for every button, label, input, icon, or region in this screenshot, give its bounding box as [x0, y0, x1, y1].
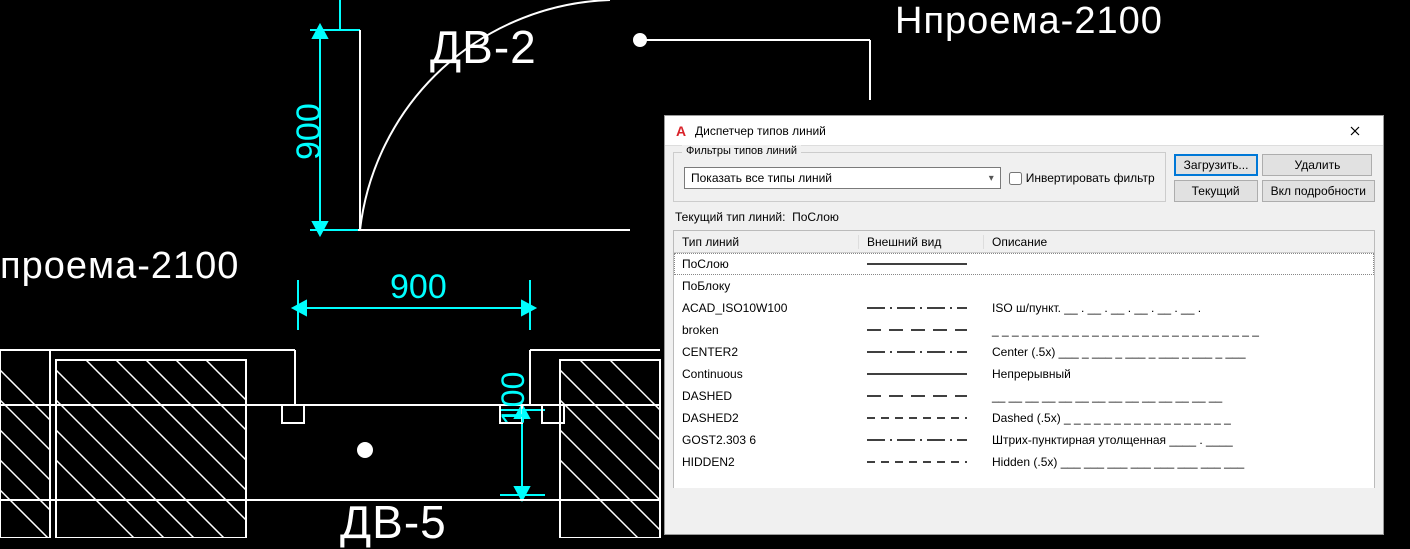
chevron-down-icon: ▾	[989, 173, 994, 184]
col-header-type[interactable]: Тип линий	[674, 235, 859, 249]
cell-preview	[859, 345, 984, 359]
filters-fieldset: Фильтры типов линий Показать все типы ли…	[673, 152, 1166, 202]
cad-label-dv2: ДВ-2	[430, 20, 537, 74]
filter-dropdown-value: Показать все типы линий	[691, 171, 832, 185]
cell-name: CENTER2	[674, 345, 859, 359]
cell-desc: Hidden (.5x) ___ ___ ___ ___ ___ ___ ___…	[984, 455, 1374, 469]
cell-desc: Штрих-пунктирная утолщенная ____ . ____	[984, 433, 1374, 447]
table-row[interactable]: DASHED __ __ __ __ __ __ __ __ __ __ __ _…	[674, 385, 1374, 407]
table-row[interactable]: CENTER2 Center (.5x) ___ _ ___ _ ___ _ __…	[674, 341, 1374, 363]
cell-desc: ISO ш/пункт. __ . __ . __ . __ . __ . __…	[984, 301, 1374, 315]
cell-preview	[859, 433, 984, 447]
autocad-logo-icon: A	[673, 123, 689, 139]
cell-preview	[859, 279, 984, 293]
cell-name: ПоСлою	[674, 257, 859, 271]
filters-label: Фильтры типов линий	[682, 145, 801, 157]
delete-button[interactable]: Удалить	[1262, 154, 1372, 176]
table-row[interactable]: Continuous Непрерывный	[674, 363, 1374, 385]
current-value: ПоСлою	[792, 210, 839, 224]
cell-desc: Непрерывный	[984, 367, 1374, 381]
close-button[interactable]	[1335, 117, 1375, 145]
invert-filter-label: Инвертировать фильтр	[1026, 171, 1155, 185]
table-row[interactable]: HIDDEN2 Hidden (.5x) ___ ___ ___ ___ ___ …	[674, 451, 1374, 473]
current-button[interactable]: Текущий	[1174, 180, 1258, 202]
current-prefix: Текущий тип линий:	[675, 210, 785, 224]
cell-name: DASHED	[674, 389, 859, 403]
dialog-titlebar[interactable]: A Диспетчер типов линий	[665, 116, 1383, 146]
dialog-title: Диспетчер типов линий	[695, 124, 1335, 138]
dim-900-horizontal: 900	[390, 268, 447, 307]
cell-desc: __ __ __ __ __ __ __ __ __ __ __ __ __ _…	[984, 389, 1374, 403]
cell-name: broken	[674, 323, 859, 337]
cell-preview	[859, 455, 984, 469]
cell-preview	[859, 257, 984, 271]
cell-preview	[859, 389, 984, 403]
cell-preview	[859, 323, 984, 337]
table-row[interactable]: ACAD_ISO10W100 ISO ш/пункт. __ . __ . __ …	[674, 297, 1374, 319]
cell-name: HIDDEN2	[674, 455, 859, 469]
details-button[interactable]: Вкл подробности	[1262, 180, 1375, 202]
col-header-appearance[interactable]: Внешний вид	[859, 235, 984, 249]
cad-label-hproema-right: Нпроема-2100	[895, 0, 1163, 43]
cell-desc: Dashed (.5x) _ _ _ _ _ _ _ _ _ _ _ _ _ _…	[984, 411, 1374, 425]
dim-100-vertical: 100	[495, 372, 532, 425]
col-header-desc[interactable]: Описание	[984, 235, 1374, 249]
cell-name: DASHED2	[674, 411, 859, 425]
linetype-table: Тип линий Внешний вид Описание ПоСлою ПоБ…	[673, 230, 1375, 488]
cell-name: ПоБлоку	[674, 279, 859, 293]
cell-desc: Center (.5x) ___ _ ___ _ ___ _ ___ _ ___…	[984, 345, 1374, 359]
cell-name: Continuous	[674, 367, 859, 381]
filter-dropdown[interactable]: Показать все типы линий ▾	[684, 167, 1001, 189]
cell-name: ACAD_ISO10W100	[674, 301, 859, 315]
cell-name: GOST2.303 6	[674, 433, 859, 447]
table-row[interactable]: ПоБлоку	[674, 275, 1374, 297]
table-row[interactable]: DASHED2 Dashed (.5x) _ _ _ _ _ _ _ _ _ _ …	[674, 407, 1374, 429]
invert-filter-input[interactable]	[1009, 172, 1022, 185]
load-button[interactable]: Загрузить...	[1174, 154, 1259, 176]
table-row[interactable]: ПоСлою	[674, 253, 1374, 275]
table-row[interactable]: GOST2.303 6 Штрих-пунктирная утолщенная _…	[674, 429, 1374, 451]
linetype-manager-dialog: A Диспетчер типов линий Фильтры типов ли…	[664, 115, 1384, 535]
cell-desc: _ _ _ _ _ _ _ _ _ _ _ _ _ _ _ _ _ _ _ _ …	[984, 323, 1374, 337]
cad-label-dv5: ДВ-5	[340, 495, 447, 549]
cad-label-hproema-left: проема-2100	[0, 245, 239, 288]
dim-900-vertical: 900	[290, 103, 329, 160]
invert-filter-checkbox[interactable]: Инвертировать фильтр	[1009, 171, 1155, 185]
cell-preview	[859, 301, 984, 315]
table-header: Тип линий Внешний вид Описание	[674, 231, 1374, 253]
cell-preview	[859, 411, 984, 425]
close-icon	[1350, 126, 1360, 136]
cell-preview	[859, 367, 984, 381]
current-linetype-label: Текущий тип линий: ПоСлою	[665, 206, 1383, 228]
table-row[interactable]: broken _ _ _ _ _ _ _ _ _ _ _ _ _ _ _ _ _ …	[674, 319, 1374, 341]
